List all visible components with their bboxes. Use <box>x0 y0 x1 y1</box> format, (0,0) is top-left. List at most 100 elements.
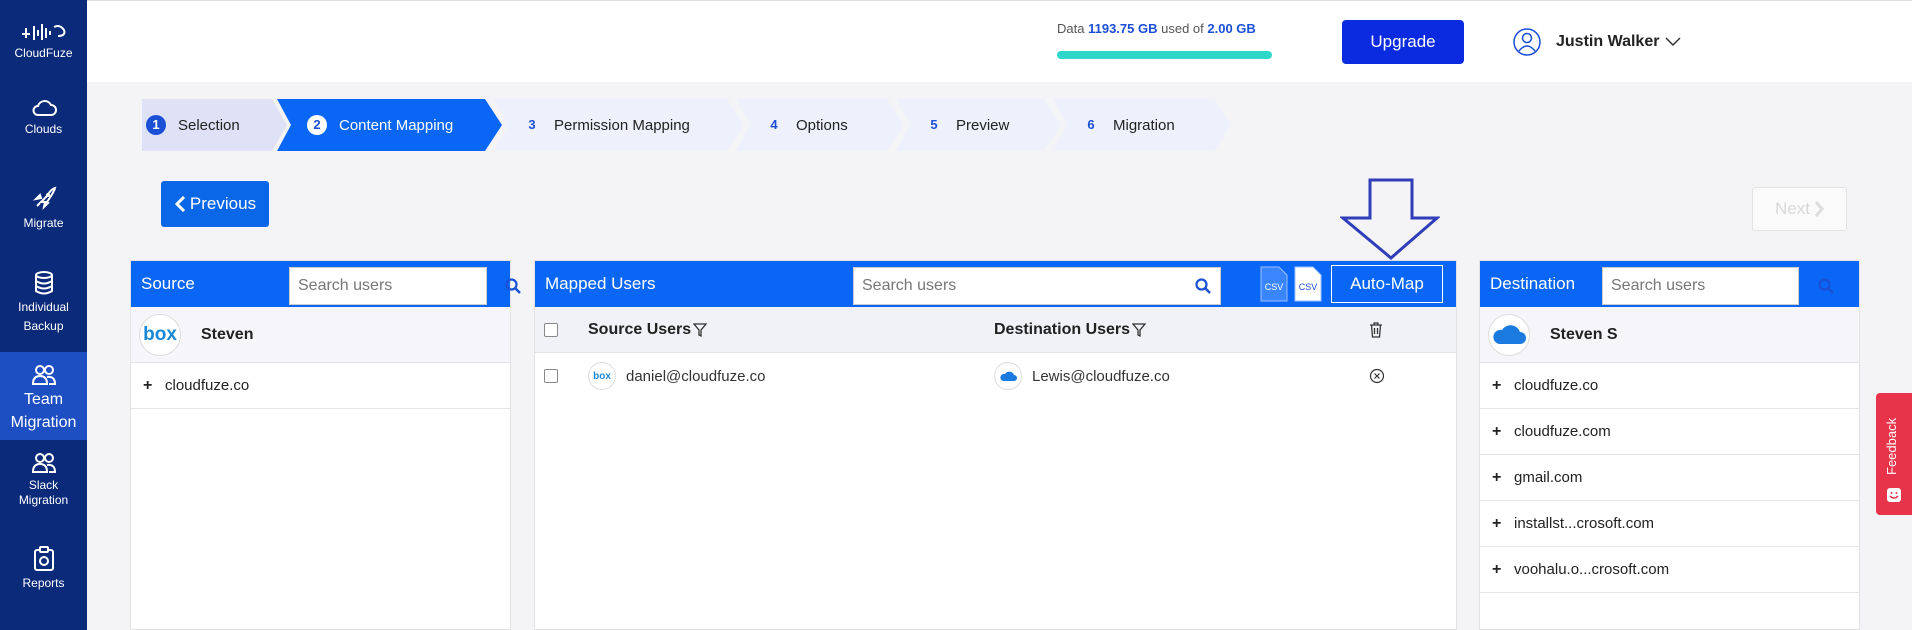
domain-label: cloudfuze.co <box>165 377 250 394</box>
team-icon <box>31 365 56 385</box>
plus-icon: + <box>1492 468 1502 486</box>
source-users-column: Source Users <box>588 307 708 353</box>
sidebar-item-label: Slack <box>28 478 59 492</box>
destination-panel-header: Destination <box>1480 261 1859 307</box>
destination-panel: Destination Steven S + cloudfuze.co + clou… <box>1479 260 1860 630</box>
sidebar-item-migrate[interactable]: Migrate <box>0 186 87 231</box>
storage-quota-text: Data 1193.75 GB used of 2.00 GB <box>1057 21 1357 36</box>
sidebar-item-clouds[interactable]: Clouds <box>0 98 87 137</box>
sidebar-item-label: Reports <box>22 576 65 590</box>
slack-team-icon <box>31 453 56 473</box>
row-checkbox[interactable] <box>544 369 558 383</box>
chevron-left-icon <box>174 196 185 212</box>
list-item[interactable]: + gmail.com <box>1480 455 1859 501</box>
next-button[interactable]: Next <box>1752 187 1847 231</box>
upgrade-button[interactable]: Upgrade <box>1342 20 1464 64</box>
sidebar-item-label-2: Migration <box>10 414 77 431</box>
sidebar-item-individual-backup[interactable]: Individual Backup <box>0 270 87 334</box>
destination-users-header: Destination Users <box>994 321 1131 338</box>
csv-label: CSV <box>1299 282 1318 292</box>
box-logo-icon: box <box>139 313 181 356</box>
source-panel: Source box Steven + cloudfuze.co <box>130 260 521 630</box>
step-content-mapping[interactable]: 2 Content Mapping <box>277 99 502 151</box>
sidebar-item-team-migration[interactable]: Team Migration <box>0 352 87 440</box>
mapped-users-title: Mapped Users <box>545 274 656 293</box>
rocket-icon <box>32 186 56 211</box>
source-search <box>289 267 521 305</box>
row-source-cell: box daniel@cloudfuze.co <box>588 353 765 399</box>
source-title: Source <box>141 274 195 293</box>
source-search-input[interactable] <box>290 268 505 304</box>
plus-icon: + <box>143 376 153 394</box>
domain-label: cloudfuze.com <box>1514 423 1611 440</box>
domain-label: gmail.com <box>1514 469 1583 486</box>
step-label: Options <box>796 116 848 134</box>
step-preview[interactable]: 5 Preview <box>896 99 1061 151</box>
destination-cloud-account[interactable]: Steven S <box>1480 307 1859 363</box>
select-all-checkbox[interactable] <box>544 323 558 337</box>
step-selection[interactable]: 1 Selection <box>142 99 287 151</box>
sidebar-item-slack-migration[interactable]: Slack Migration <box>0 452 87 508</box>
step-label: Preview <box>956 116 1010 134</box>
quota-total: 2.00 GB <box>1207 21 1256 36</box>
list-item[interactable]: + cloudfuze.com <box>1480 409 1859 455</box>
destination-search <box>1602 267 1834 305</box>
step-number: 5 <box>930 117 938 132</box>
remove-mapping-icon[interactable] <box>1369 368 1385 384</box>
source-users-header: Source Users <box>588 321 692 338</box>
step-label: Migration <box>1113 116 1175 134</box>
quota-mid: used of <box>1161 21 1204 36</box>
search-icon[interactable] <box>1186 278 1220 294</box>
csv-download-icon[interactable]: CSV <box>1259 266 1289 302</box>
user-menu[interactable]: Justin Walker <box>1512 27 1681 57</box>
sidebar-item-label: Migrate <box>23 216 64 230</box>
sidebar-item-reports[interactable]: Reports <box>0 546 87 591</box>
auto-map-button[interactable]: Auto-Map <box>1331 265 1443 303</box>
previous-label: Previous <box>189 194 257 213</box>
search-icon[interactable] <box>1818 278 1834 294</box>
list-item[interactable]: + installst...crosoft.com <box>1480 501 1859 547</box>
cloud-icon <box>32 100 57 116</box>
delete-all-column <box>1369 307 1383 353</box>
source-panel-header: Source <box>131 261 521 307</box>
trash-icon[interactable] <box>1369 322 1383 338</box>
destination-search-input[interactable] <box>1603 268 1818 304</box>
annotation-arrow-icon <box>1340 178 1440 260</box>
row-remove-cell <box>1369 353 1385 399</box>
domain-label: cloudfuze.co <box>1514 377 1599 394</box>
mapped-table-header: Source Users Destination Users <box>535 307 1456 353</box>
search-icon[interactable] <box>505 278 521 294</box>
cloudfuze-logo[interactable]: CloudFuze <box>0 22 87 61</box>
plus-icon: + <box>1492 514 1502 532</box>
sidebar-item-label: Individual <box>18 300 69 314</box>
source-user-email: daniel@cloudfuze.co <box>626 367 766 385</box>
box-logo-icon: box <box>588 362 616 390</box>
migration-stepper: 1 Selection 2 Content Mapping 3 Permissi… <box>142 99 1242 151</box>
csv-upload-icon[interactable]: CSV <box>1293 266 1323 302</box>
next-label: Next <box>1775 199 1810 218</box>
filter-icon[interactable] <box>693 322 708 338</box>
step-permission-mapping[interactable]: 3 Permission Mapping <box>494 99 744 151</box>
step-options[interactable]: 4 Options <box>736 99 904 151</box>
storage-quota-fill <box>1057 51 1272 59</box>
list-item[interactable]: + cloudfuze.co <box>131 363 510 409</box>
previous-button[interactable]: Previous <box>161 181 269 227</box>
step-migration[interactable]: 6 Migration <box>1053 99 1231 151</box>
feedback-tab[interactable]: Feedback <box>1876 393 1912 515</box>
plus-icon: + <box>1492 376 1502 394</box>
sidebar: CloudFuze Clouds Migrate Individual Back… <box>0 0 87 630</box>
step-number: 1 <box>146 115 166 135</box>
mapped-search-input[interactable] <box>854 268 1186 304</box>
step-label: Permission Mapping <box>554 116 690 134</box>
report-icon <box>33 546 54 571</box>
domain-label: installst...crosoft.com <box>1514 515 1655 532</box>
smiley-icon <box>1887 488 1901 502</box>
quota-used: 1193.75 GB <box>1088 21 1158 36</box>
source-cloud-account[interactable]: box Steven <box>131 307 510 363</box>
filter-icon[interactable] <box>1132 322 1147 338</box>
destination-title: Destination <box>1490 274 1576 293</box>
source-cloud-name: Steven <box>201 325 254 343</box>
list-item[interactable]: + voohalu.o...crosoft.com <box>1480 547 1859 593</box>
plus-icon: + <box>1492 560 1502 578</box>
list-item[interactable]: + cloudfuze.co <box>1480 363 1859 409</box>
